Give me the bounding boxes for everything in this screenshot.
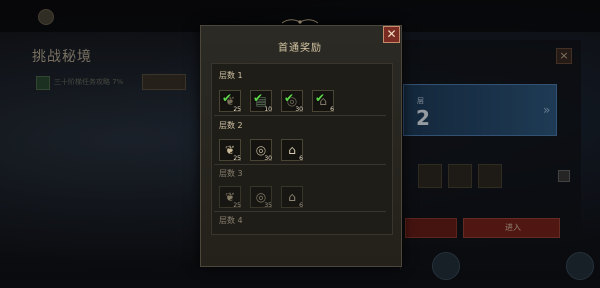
- divider: [214, 164, 386, 165]
- reward-item[interactable]: ⌂ ✔ 6: [312, 90, 334, 113]
- tier-label-1: 层数 1: [219, 71, 243, 80]
- ornament-icon: [281, 19, 319, 24]
- check-icon: ✔: [253, 91, 264, 105]
- check-icon: ✔: [315, 91, 326, 105]
- reward-item[interactable]: ⌂ 6: [281, 186, 303, 209]
- tier-label-2: 层数 2: [219, 121, 243, 130]
- check-icon: ✔: [222, 91, 233, 105]
- dialog-title: 首通奖励: [278, 43, 322, 54]
- divider: [214, 211, 386, 212]
- reward-item[interactable]: ▤ ✔ 10: [250, 90, 272, 113]
- reward-item[interactable]: ◎ 35: [250, 186, 272, 209]
- reward-item[interactable]: ◎ 30: [250, 139, 272, 162]
- tier-label-3: 层数 3: [219, 169, 243, 178]
- reward-item[interactable]: ⌂ 6: [281, 139, 303, 162]
- reward-item[interactable]: ❦ ✔ 25: [219, 90, 241, 113]
- divider: [214, 115, 386, 116]
- reward-item[interactable]: ❦ 25: [219, 139, 241, 162]
- reward-item[interactable]: ❦ 25: [219, 186, 241, 209]
- check-icon: ✔: [284, 91, 295, 105]
- close-icon: ✕: [386, 27, 397, 41]
- reward-item[interactable]: ◎ ✔ 30: [281, 90, 303, 113]
- tier-label-4: 层数 4: [219, 216, 243, 225]
- close-button[interactable]: ✕: [383, 26, 400, 43]
